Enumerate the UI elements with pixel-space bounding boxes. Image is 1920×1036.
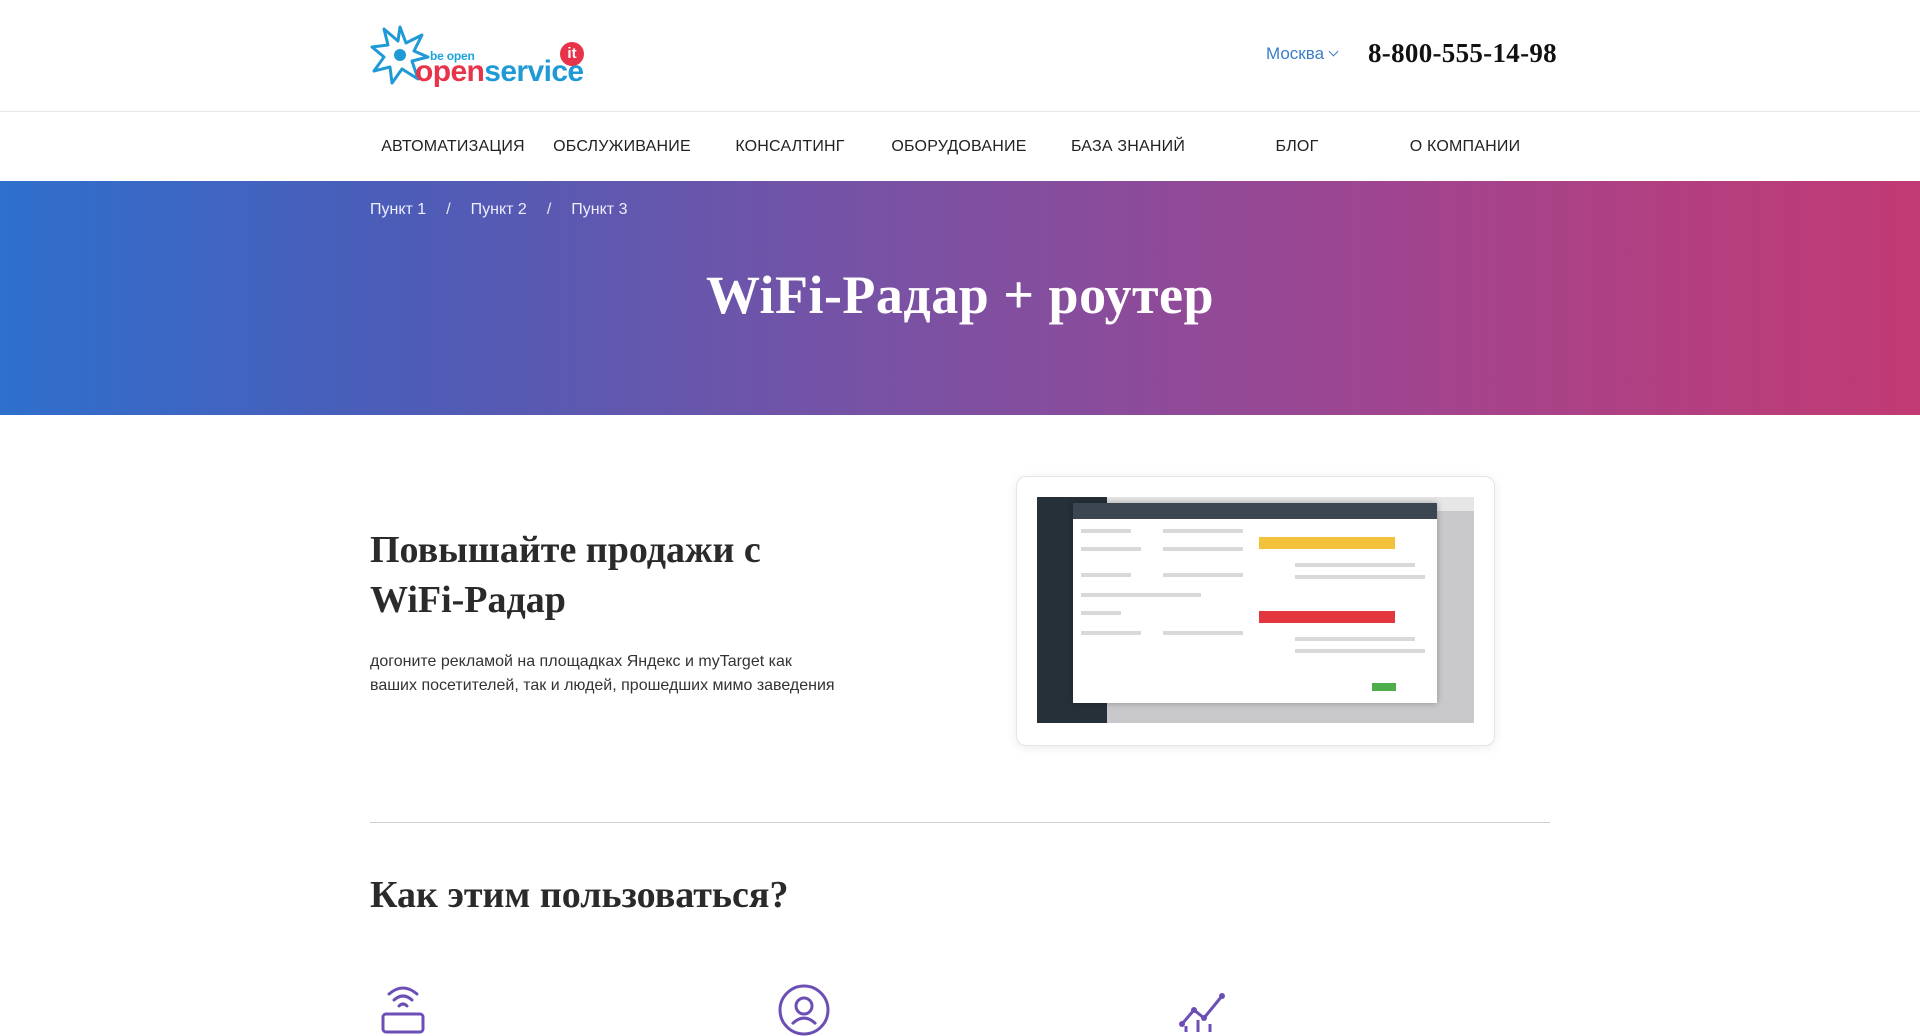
phone-number[interactable]: 8-800-555-14-98 (1368, 38, 1557, 69)
screenshot-mytarget-bar (1259, 611, 1395, 623)
feature-title: Повышайте продажи с WiFi-Радар (370, 529, 761, 621)
nav-item-about[interactable]: О КОМПАНИИ (1380, 138, 1550, 156)
chevron-down-icon (1328, 46, 1339, 57)
logo-word-open: open (415, 55, 485, 88)
nav-item-consulting[interactable]: КОНСАЛТИНГ (705, 138, 875, 156)
breadcrumb-item-1[interactable]: Пункт 1 (370, 201, 426, 218)
logo-it-badge: it (560, 42, 584, 66)
nav-item-service[interactable]: ОБСЛУЖИВАНИЕ (537, 138, 707, 156)
product-screenshot-frame (1016, 476, 1495, 746)
nav-item-equipment[interactable]: ОБОРУДОВАНИЕ (874, 138, 1044, 156)
nav-item-blog[interactable]: БЛОГ (1212, 138, 1382, 156)
screenshot-modal (1073, 503, 1437, 703)
feature-description-line: ваших посетителей, так и людей, прошедши… (370, 677, 835, 694)
screenshot-yandex-bar (1259, 537, 1395, 549)
site-header: be open openservice it Москва 8-800-555-… (0, 0, 1920, 112)
section-divider (370, 822, 1550, 823)
screenshot-save-button (1372, 683, 1396, 691)
logo-wordmark: openservice (415, 55, 584, 89)
nav-item-knowledge-base[interactable]: БАЗА ЗНАНИЙ (1043, 138, 1213, 156)
screenshot-modal-header (1073, 503, 1437, 519)
user-circle-icon (778, 984, 830, 1036)
feature-description-line: догоните рекламой на площадках Яндекс и … (370, 653, 792, 670)
breadcrumb-item-2[interactable]: Пункт 2 (471, 201, 527, 218)
breadcrumb-separator: / (446, 201, 451, 218)
growth-chart-icon (1179, 993, 1225, 1032)
breadcrumb: Пункт 1 / Пункт 2 / Пункт 3 (370, 201, 627, 219)
logo[interactable]: be open openservice it (370, 25, 584, 89)
breadcrumb-item-3[interactable]: Пункт 3 (571, 201, 627, 218)
how-to-use-title: Как этим пользоваться? (370, 874, 789, 916)
hero-banner: Пункт 1 / Пункт 2 / Пункт 3 WiFi-Радар + роу… (0, 181, 1920, 415)
breadcrumb-separator: / (546, 201, 552, 218)
city-selector[interactable]: Москва (1266, 44, 1339, 64)
nav-item-automation[interactable]: АВТОМАТИЗАЦИЯ (368, 138, 538, 156)
main-nav: АВТОМАТИЗАЦИЯ ОБСЛУЖИВАНИЕ КОНСАЛТИНГ ОБ… (0, 112, 1920, 181)
feature-description: догоните рекламой на площадках Яндекс и … (370, 650, 870, 698)
router-wifi-icon (381, 986, 425, 1034)
page-title: WiFi-Радар + роутер (705, 265, 1215, 325)
product-screenshot (1037, 497, 1474, 723)
city-label: Москва (1266, 44, 1325, 63)
